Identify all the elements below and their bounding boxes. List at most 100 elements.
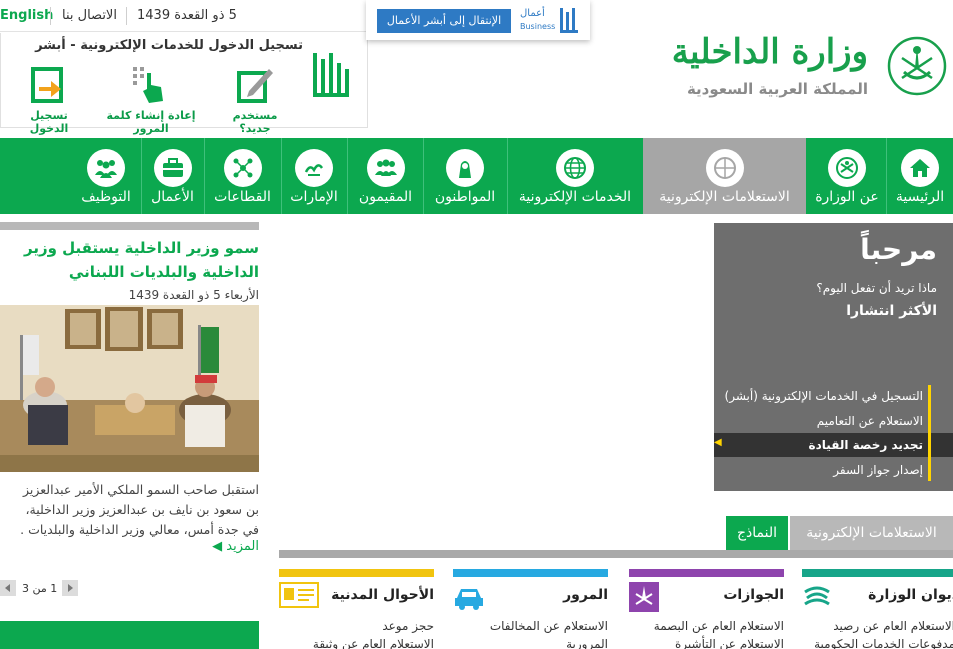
nav-item-emirates[interactable]: الإمارات — [282, 138, 346, 214]
news-pager: 1 من 3 — [0, 580, 80, 598]
category-link[interactable]: الاستعلام العام عن وثيقة — [313, 637, 434, 649]
citizen-icon — [446, 149, 484, 187]
category-link[interactable]: حجز موعد — [382, 619, 434, 633]
category-link[interactable]: الاستعلام العام عن رصيد — [833, 619, 953, 633]
login-label: تسجيل الدخول — [29, 109, 69, 135]
ministry-emblem-icon — [802, 582, 832, 612]
pager-prev-button[interactable] — [0, 580, 16, 596]
nav-item-home[interactable]: الرئيسية — [887, 138, 953, 214]
globe-icon — [556, 149, 594, 187]
nav-divider — [423, 138, 424, 214]
popular-link[interactable]: إصدار جواز السفر — [833, 463, 923, 477]
news-top-line — [0, 222, 259, 230]
news-photo[interactable] — [0, 305, 259, 472]
reset-password-label: إعادة إنشاء كلمة المرور — [106, 109, 196, 135]
nav-label: عن الوزارة — [815, 189, 879, 205]
nav-item-employment[interactable]: التوظيف — [72, 138, 140, 214]
news-bottom-bar — [0, 621, 259, 649]
new-user-label: مستخدم جديد؟ — [232, 109, 278, 135]
globe-hand-icon — [705, 149, 744, 187]
ministry-emblem — [886, 34, 948, 100]
nav-label: التوظيف — [81, 189, 131, 205]
category-color-bar — [453, 569, 608, 577]
nav-item-sectors[interactable]: القطاعات — [205, 138, 280, 214]
nav-label: الاستعلامات الإلكترونية — [659, 189, 790, 205]
english-link[interactable]: English — [0, 8, 53, 23]
passports-emblem-icon — [629, 582, 659, 612]
nav-item-residents[interactable]: المقيمون — [348, 138, 423, 214]
business-logo: أعمال Business — [520, 4, 582, 36]
main-navigation: الرئيسية عن الوزارة الاستعلامات الإلكترو… — [0, 138, 953, 214]
category-link[interactable]: الاستعلام العام عن البصمة — [654, 619, 784, 633]
category-traffic: المرور الاستعلام عن المخالفات المرورية — [453, 569, 608, 649]
category-passports: الجوازات الاستعلام العام عن البصمة الاست… — [629, 569, 784, 649]
tab-forms[interactable]: النماذج — [726, 516, 788, 550]
category-link[interactable]: الاستعلام عن التأشيرة — [675, 637, 784, 649]
nav-item-business[interactable]: الأعمال — [142, 138, 203, 214]
business-logo-text: أعمال — [520, 8, 545, 19]
reset-password-button[interactable]: إعادة إنشاء كلمة المرور — [95, 65, 207, 135]
edit-icon — [235, 65, 275, 105]
kingdom-name: المملكة العربية السعودية — [686, 80, 868, 98]
pager-text: 1 من 3 — [22, 582, 58, 595]
welcome-panel: مرحباً ماذا تريد أن تفعل اليوم؟ الأكثر ا… — [714, 223, 953, 491]
login-arrow-icon — [29, 65, 69, 105]
category-color-bar — [279, 569, 434, 577]
news-more-link[interactable]: المزيد ◀ — [0, 539, 259, 554]
category-name[interactable]: المرور — [563, 587, 608, 603]
popular-link-active[interactable]: تجديد رخصة القيادة — [809, 438, 923, 452]
category-name[interactable]: الجوازات — [723, 587, 784, 603]
team-icon — [87, 149, 125, 187]
tab-electronic-inquiries[interactable]: الاستعلامات الإلكترونية — [790, 516, 953, 550]
pager-next-button[interactable] — [62, 580, 78, 596]
links-accent-bar — [928, 385, 931, 481]
category-link[interactable]: مدفوعات الخدمات الحكومية — [814, 637, 953, 649]
people-icon — [366, 149, 405, 187]
popular-heading: الأكثر انتشارا — [846, 303, 937, 319]
category-ministry-office: ديوان الوزارة الاستعلام العام عن رصيد مد… — [802, 569, 953, 649]
id-card-icon — [279, 582, 319, 612]
news-title[interactable]: سمو وزير الداخلية يستقبل وزير الداخلية و… — [0, 236, 259, 284]
category-civil-affairs: الأحوال المدنية حجز موعد الاستعلام العام… — [279, 569, 434, 649]
more-label: المزيد — [226, 539, 259, 554]
emblem-icon — [828, 149, 866, 187]
emirates-icon — [295, 149, 333, 187]
welcome-question: ماذا تريد أن تفعل اليوم؟ — [816, 281, 937, 295]
triangle-left-icon: ◀ — [212, 539, 223, 554]
nav-item-about[interactable]: عن الوزارة — [808, 138, 886, 214]
contact-link[interactable]: الاتصال بنا — [62, 8, 117, 23]
nav-divider — [347, 138, 348, 214]
category-color-bar — [802, 569, 953, 577]
absher-business-banner: الإنتقال إلى أبشر الأعمال أعمال Business — [366, 0, 590, 40]
absher-login-box: تسجيل الدخول للخدمات الإلكترونية - أبشر … — [0, 33, 368, 135]
news-summary-line: بن سعود بن نايف بن عبدالعزيز وزير الداخل… — [25, 502, 259, 517]
nav-item-eservices[interactable]: الخدمات الإلكترونية — [508, 138, 642, 214]
nav-item-inquiries[interactable]: الاستعلامات الإلكترونية — [643, 138, 806, 214]
tabs-underline — [279, 550, 953, 558]
popular-link[interactable]: الاستعلام عن التعاميم — [817, 414, 923, 428]
nav-item-citizens[interactable]: المواطنون — [424, 138, 506, 214]
nav-divider — [886, 138, 887, 214]
category-name[interactable]: الأحوال المدنية — [331, 587, 434, 603]
nav-label: المواطنون — [434, 189, 496, 205]
divider — [50, 7, 51, 25]
nav-label: الأعمال — [151, 189, 194, 205]
nav-label: الخدمات الإلكترونية — [518, 189, 632, 205]
login-button[interactable]: تسجيل الدخول — [11, 65, 87, 135]
news-summary: استقبل صاحب السمو الملكي الأمير عبدالعزي… — [0, 480, 259, 540]
category-name[interactable]: ديوان الوزارة — [868, 587, 953, 603]
divider — [126, 7, 127, 25]
news-summary-line: استقبل صاحب السمو الملكي الأمير عبدالعزي… — [23, 482, 259, 497]
popular-link[interactable]: التسجيل في الخدمات الإلكترونية (أبشر) — [725, 389, 923, 403]
category-link[interactable]: المرورية — [566, 637, 608, 649]
ministry-name: وزارة الداخلية — [671, 32, 868, 72]
business-logo-sub: Business — [520, 22, 556, 31]
nav-divider — [141, 138, 142, 214]
absher-business-button[interactable]: الإنتقال إلى أبشر الأعمال — [377, 9, 511, 33]
login-box-title: تسجيل الدخول للخدمات الإلكترونية - أبشر — [35, 38, 303, 53]
absher-logo — [309, 49, 353, 111]
new-user-button[interactable]: مستخدم جديد؟ — [217, 65, 293, 135]
car-icon — [453, 582, 483, 612]
briefcase-icon — [153, 149, 192, 187]
category-link[interactable]: الاستعلام عن المخالفات — [490, 619, 608, 633]
